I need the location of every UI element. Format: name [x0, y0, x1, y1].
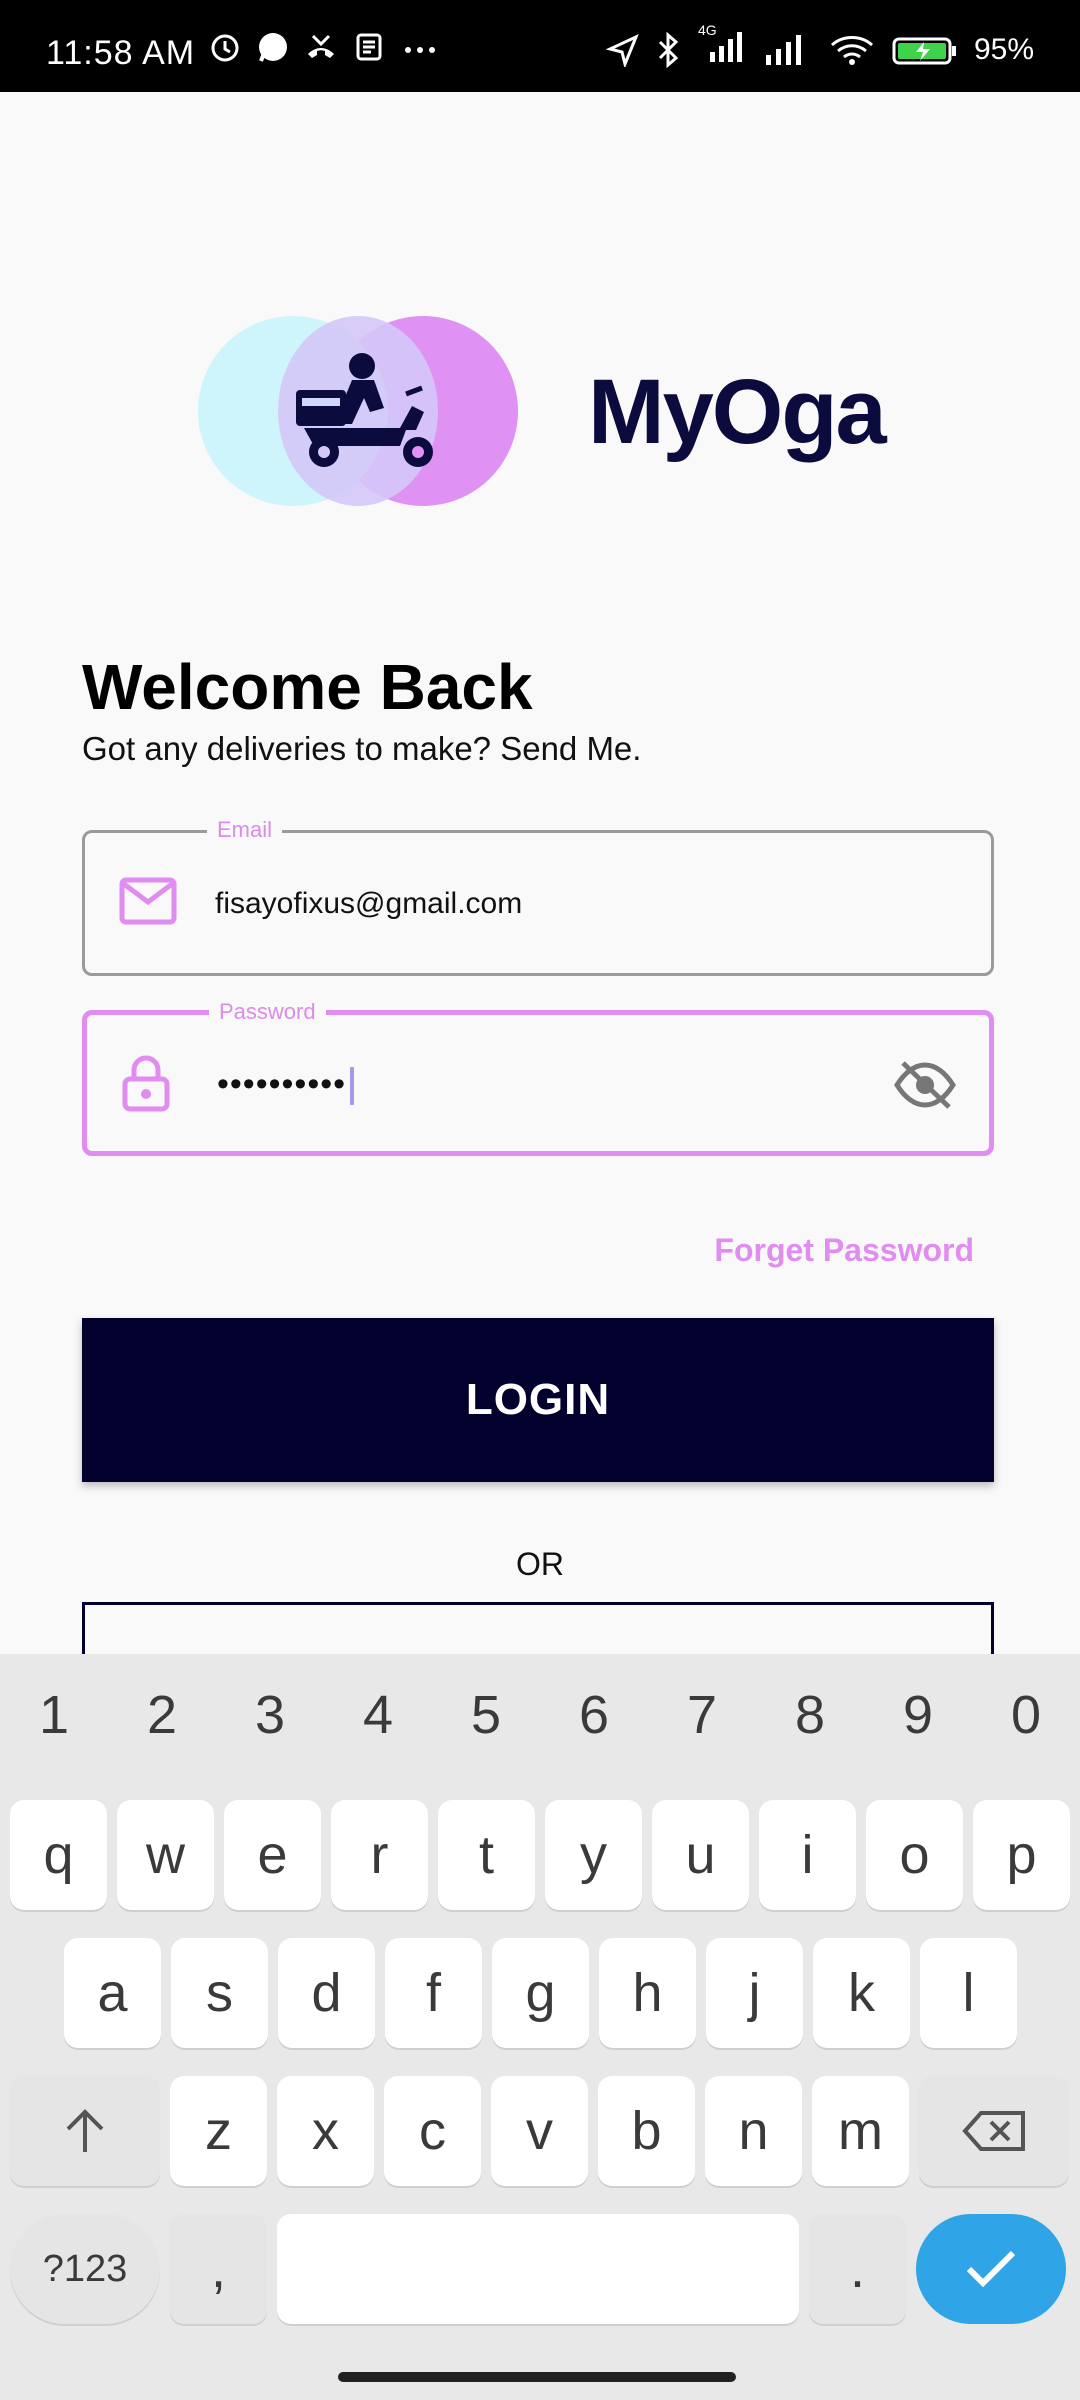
symbols-key[interactable]: ?123: [10, 2214, 160, 2324]
key-r[interactable]: r: [331, 1800, 428, 1910]
key-e[interactable]: e: [224, 1800, 321, 1910]
number-row: 1 2 3 4 5 6 7 8 9 0: [0, 1684, 1080, 1746]
key-g[interactable]: g: [492, 1938, 589, 2048]
key-b[interactable]: b: [598, 2076, 695, 2186]
key-v[interactable]: v: [491, 2076, 588, 2186]
key-o[interactable]: o: [866, 1800, 963, 1910]
news-icon: [356, 33, 382, 61]
key-p[interactable]: p: [973, 1800, 1070, 1910]
soft-keyboard: 1 2 3 4 5 6 7 8 9 0 q w e r t y u i o p …: [0, 1654, 1080, 2400]
key-d[interactable]: d: [278, 1938, 375, 2048]
key-2[interactable]: 2: [108, 1684, 216, 1746]
missed-call-icon: [308, 34, 334, 58]
key-4[interactable]: 4: [324, 1684, 432, 1746]
key-7[interactable]: 7: [648, 1684, 756, 1746]
battery-percentage: 95%: [973, 32, 1034, 66]
brand-logo: MyOga: [198, 316, 888, 508]
shift-arrow-icon: [66, 2109, 104, 2152]
more-dots-icon: [405, 47, 435, 53]
check-icon: [966, 2250, 1016, 2288]
password-input[interactable]: ••••••••••: [217, 1065, 355, 1106]
signal-4g: 4G: [696, 22, 746, 69]
text-caret: [350, 1067, 355, 1106]
login-button[interactable]: LOGIN: [82, 1318, 994, 1482]
location-arrow-icon: [605, 33, 639, 67]
password-label: Password: [209, 999, 326, 1025]
email-field[interactable]: Email fisayofixus@gmail.com: [82, 817, 994, 976]
keyboard-row-3: z x c v b n m: [10, 2076, 1069, 2186]
key-j[interactable]: j: [706, 1938, 803, 2048]
page-subtitle: Got any deliveries to make? Send Me.: [82, 730, 642, 767]
page-title: Welcome Back: [82, 651, 533, 723]
key-8[interactable]: 8: [756, 1684, 864, 1746]
key-z[interactable]: z: [170, 2076, 267, 2186]
key-i[interactable]: i: [759, 1800, 856, 1910]
key-q[interactable]: q: [10, 1800, 107, 1910]
home-indicator[interactable]: [338, 2372, 736, 2382]
key-c[interactable]: c: [384, 2076, 481, 2186]
period-key[interactable]: .: [809, 2214, 906, 2324]
key-6[interactable]: 6: [540, 1684, 648, 1746]
key-y[interactable]: y: [545, 1800, 642, 1910]
key-m[interactable]: m: [812, 2076, 909, 2186]
key-t[interactable]: t: [438, 1800, 535, 1910]
email-label: Email: [207, 817, 283, 843]
key-h[interactable]: h: [599, 1938, 696, 2048]
email-input[interactable]: fisayofixus@gmail.com: [215, 887, 522, 921]
keyboard-row-4: ?123 , .: [10, 2214, 1066, 2324]
keyboard-row-2: a s d f g h j k l: [64, 1938, 1017, 2048]
alarm-icon: [211, 34, 239, 62]
enter-key[interactable]: [916, 2214, 1066, 2324]
key-f[interactable]: f: [385, 1938, 482, 2048]
key-u[interactable]: u: [652, 1800, 749, 1910]
or-divider: OR: [516, 1546, 564, 1582]
key-n[interactable]: n: [705, 2076, 802, 2186]
key-5[interactable]: 5: [432, 1684, 540, 1746]
keyboard-row-1: q w e r t y u i o p: [10, 1800, 1070, 1910]
key-9[interactable]: 9: [864, 1684, 972, 1746]
eye-off-icon[interactable]: [893, 1059, 957, 1111]
network-label: 4G: [697, 22, 717, 38]
status-bar: 11:58 AM 4G 95%: [0, 0, 1080, 92]
space-key[interactable]: [277, 2214, 799, 2324]
wifi-icon: [830, 35, 873, 65]
key-l[interactable]: l: [920, 1938, 1017, 2048]
key-3[interactable]: 3: [216, 1684, 324, 1746]
status-right: 4G 95%: [605, 22, 1034, 69]
backspace-key[interactable]: [919, 2076, 1069, 2186]
key-1[interactable]: 1: [0, 1684, 108, 1746]
backspace-icon: [962, 2111, 1025, 2151]
key-w[interactable]: w: [117, 1800, 214, 1910]
key-0[interactable]: 0: [972, 1684, 1080, 1746]
key-x[interactable]: x: [277, 2076, 374, 2186]
key-k[interactable]: k: [813, 1938, 910, 2048]
shift-key[interactable]: [10, 2076, 160, 2186]
scooter-rider-icon: [296, 353, 433, 467]
key-s[interactable]: s: [171, 1938, 268, 2048]
forget-password-link[interactable]: Forget Password: [714, 1232, 974, 1269]
battery-charging-icon: [892, 37, 956, 64]
key-a[interactable]: a: [64, 1938, 161, 2048]
status-time: 11:58 AM: [46, 34, 196, 72]
password-field[interactable]: Password ••••••••••: [82, 999, 994, 1156]
bluetooth-icon: [658, 31, 679, 68]
comma-key[interactable]: ,: [170, 2214, 267, 2324]
brand-name: MyOga: [588, 361, 887, 463]
whatsapp-icon: [259, 33, 287, 62]
mail-icon: [119, 877, 177, 925]
lock-icon: [122, 1055, 170, 1112]
signal-icon: [765, 34, 801, 65]
password-dots: ••••••••••: [217, 1065, 347, 1103]
status-left-icons: [208, 30, 440, 64]
